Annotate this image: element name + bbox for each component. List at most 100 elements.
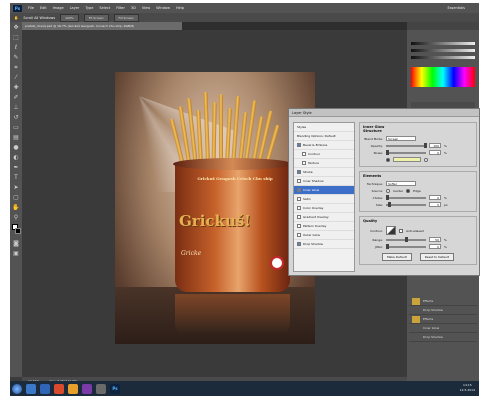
inner-glow-group: Inner Glow Structure Blend Mode: Screen … bbox=[359, 122, 477, 167]
menu-select[interactable]: Select bbox=[99, 6, 110, 10]
quick-select-tool-icon[interactable]: ✎ bbox=[12, 54, 20, 62]
color-spectrum[interactable] bbox=[411, 67, 475, 87]
stamp-tool-icon[interactable]: ⊥ bbox=[12, 104, 20, 112]
artwork-canvas[interactable]: Grickuš Gengosh Crisch Chu ship Grickuš!… bbox=[115, 72, 315, 344]
layer-effects[interactable]: Effects bbox=[409, 297, 477, 306]
reset-default-button[interactable]: Reset to Default bbox=[419, 253, 455, 261]
style-checkbox[interactable] bbox=[297, 215, 301, 219]
style-checkbox[interactable] bbox=[297, 242, 301, 246]
anti-aliased-checkbox[interactable] bbox=[399, 228, 403, 233]
blue-slider[interactable] bbox=[411, 56, 475, 59]
menu-type[interactable]: Type bbox=[85, 6, 93, 10]
inner-glow-options: Inner Glow Structure Blend Mode: Screen … bbox=[359, 122, 477, 269]
fit-screen-button[interactable]: Fit Screen bbox=[83, 13, 109, 22]
blur-tool-icon[interactable]: ● bbox=[12, 144, 20, 152]
menu-3d[interactable]: 3D bbox=[131, 6, 136, 10]
size-input[interactable]: 5 bbox=[429, 202, 441, 207]
history-brush-icon[interactable]: ↺ bbox=[12, 114, 20, 122]
chrome-icon[interactable] bbox=[54, 383, 64, 394]
glow-color-swatch[interactable] bbox=[393, 157, 421, 162]
eraser-tool-icon[interactable]: ▭ bbox=[12, 124, 20, 132]
brush-tool-icon[interactable]: ✐ bbox=[12, 94, 20, 102]
opacity-input[interactable]: 100 bbox=[429, 143, 441, 148]
layer-effect-drop-shadow[interactable]: Drop Shadow bbox=[409, 306, 477, 315]
menu-view[interactable]: View bbox=[142, 6, 150, 10]
range-slider[interactable] bbox=[386, 236, 426, 242]
screen-mode-icon[interactable]: ▣ bbox=[12, 250, 20, 258]
layer-effect-inner-glow[interactable]: Inner Glow bbox=[409, 324, 477, 333]
style-checkbox[interactable] bbox=[297, 197, 301, 201]
size-slider[interactable] bbox=[386, 201, 426, 207]
jitter-input[interactable]: 0 bbox=[429, 244, 441, 249]
layer-effects[interactable]: Effects bbox=[409, 315, 477, 324]
technique-select[interactable]: Softer bbox=[386, 181, 416, 186]
source-edge-radio[interactable] bbox=[406, 188, 411, 193]
range-input[interactable]: 50 bbox=[429, 237, 441, 242]
pen-tool-icon[interactable]: ✒ bbox=[12, 164, 20, 172]
type-tool-icon[interactable]: T bbox=[12, 174, 20, 182]
fill-screen-button[interactable]: Fill Screen bbox=[113, 13, 139, 22]
style-checkbox[interactable] bbox=[297, 188, 301, 192]
gradient-tool-icon[interactable]: ▤ bbox=[12, 134, 20, 142]
dodge-tool-icon[interactable]: ◐ bbox=[12, 154, 20, 162]
quick-mask-icon[interactable]: ◙ bbox=[12, 240, 20, 248]
menu-help[interactable]: Help bbox=[176, 6, 184, 10]
hand-tool-icon[interactable]: ✋ bbox=[12, 204, 20, 212]
layer-effect-drop-shadow[interactable]: Drop Shadow bbox=[409, 333, 477, 342]
media-icon[interactable] bbox=[96, 383, 106, 394]
eyedropper-tool-icon[interactable]: ⁄ bbox=[12, 74, 20, 82]
shape-tool-icon[interactable]: ▢ bbox=[12, 194, 20, 202]
folder-icon[interactable] bbox=[68, 383, 78, 394]
scroll-all-windows-checkbox[interactable]: Scroll All Windows bbox=[23, 16, 55, 20]
photoshop-taskbar-icon[interactable]: Ps bbox=[110, 383, 120, 394]
healing-tool-icon[interactable]: ✚ bbox=[12, 84, 20, 92]
document-tab[interactable]: pretzel_dovolj.psd @ 16.7% (Grickoš Geng… bbox=[22, 22, 182, 30]
lasso-tool-icon[interactable]: ℓ bbox=[12, 44, 20, 52]
red-slider[interactable] bbox=[411, 42, 475, 45]
menu-layer[interactable]: Layer bbox=[70, 6, 80, 10]
style-item-drop-shadow[interactable]: Drop Shadow bbox=[294, 240, 354, 249]
choke-input[interactable]: 0 bbox=[429, 195, 441, 200]
gradient-radio[interactable] bbox=[424, 157, 428, 162]
noise-input[interactable]: 0 bbox=[429, 150, 441, 155]
style-item-contour[interactable]: Contour bbox=[294, 150, 354, 159]
choke-slider[interactable] bbox=[386, 194, 426, 200]
style-checkbox[interactable] bbox=[297, 179, 301, 183]
opacity-slider[interactable] bbox=[386, 142, 427, 148]
zoom-100-button[interactable]: 100% bbox=[60, 13, 79, 22]
contour-picker[interactable] bbox=[386, 226, 396, 235]
style-checkbox[interactable] bbox=[302, 161, 306, 165]
jitter-slider[interactable] bbox=[386, 243, 426, 249]
menu-file[interactable]: File bbox=[28, 6, 34, 10]
color-radio[interactable] bbox=[386, 157, 390, 162]
style-checkbox[interactable] bbox=[297, 206, 301, 210]
noise-slider[interactable] bbox=[386, 149, 426, 155]
style-checkbox[interactable] bbox=[297, 224, 301, 228]
hand-tool-icon[interactable]: ✋ bbox=[14, 16, 18, 20]
menu-image[interactable]: Image bbox=[53, 6, 64, 10]
menu-window[interactable]: Window bbox=[156, 6, 170, 10]
foreground-background-colors[interactable] bbox=[12, 224, 21, 238]
menu-edit[interactable]: Edit bbox=[40, 6, 47, 10]
marquee-tool-icon[interactable]: ⬚ bbox=[12, 34, 20, 42]
style-checkbox[interactable] bbox=[297, 170, 301, 174]
style-checkbox[interactable] bbox=[302, 152, 306, 156]
menu-filter[interactable]: Filter bbox=[116, 6, 125, 10]
start-button-icon[interactable] bbox=[12, 383, 22, 394]
word-icon[interactable] bbox=[40, 383, 50, 394]
system-clock[interactable]: 14:15 12.5.2014 bbox=[460, 383, 475, 393]
workspace-switcher[interactable]: Essentials bbox=[447, 6, 465, 10]
zoom-tool-icon[interactable]: ⚲ bbox=[12, 214, 20, 222]
make-default-button[interactable]: Make Default bbox=[381, 253, 412, 261]
blend-mode-select[interactable]: Screen bbox=[386, 136, 416, 141]
source-center-radio[interactable] bbox=[386, 188, 390, 193]
style-checkbox[interactable] bbox=[297, 143, 301, 147]
crop-tool-icon[interactable]: ⌗ bbox=[12, 64, 20, 72]
green-slider[interactable] bbox=[411, 49, 475, 52]
explorer-icon[interactable] bbox=[26, 383, 36, 394]
style-item-bevel-emboss[interactable]: Bevel & Emboss bbox=[294, 141, 354, 150]
move-tool-icon[interactable]: ✥ bbox=[12, 24, 20, 32]
onenote-icon[interactable] bbox=[82, 383, 92, 394]
style-checkbox[interactable] bbox=[297, 233, 301, 237]
path-select-tool-icon[interactable]: ➤ bbox=[12, 184, 20, 192]
